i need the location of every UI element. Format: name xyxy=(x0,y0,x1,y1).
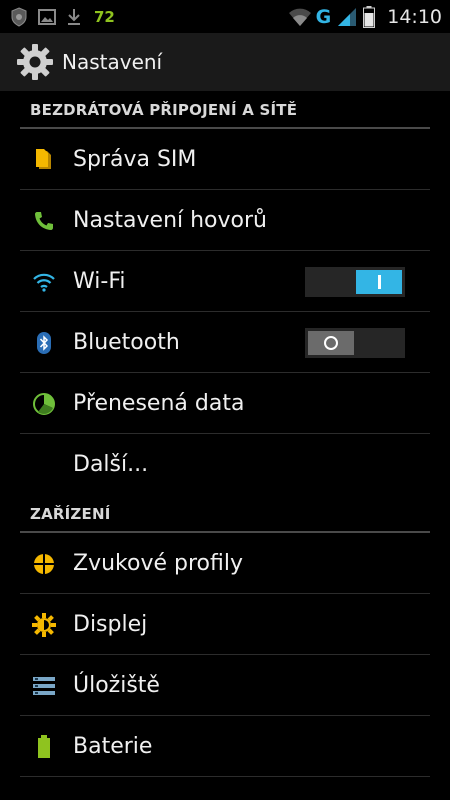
toggle-thumb xyxy=(308,330,354,355)
network-type-text: G xyxy=(315,5,332,28)
storage-icon xyxy=(30,672,58,700)
phone-icon xyxy=(30,207,58,235)
settings-item-wifi[interactable]: Wi-Fi xyxy=(0,251,450,312)
section-header-device: ZAŘÍZENÍ xyxy=(0,495,450,533)
wifi-signal-icon xyxy=(288,7,312,27)
wifi-icon xyxy=(30,268,58,296)
audio-profile-icon xyxy=(30,550,58,578)
brightness-icon xyxy=(30,611,58,639)
toggle-thumb xyxy=(356,269,402,294)
settings-item-bluetooth[interactable]: Bluetooth xyxy=(0,312,450,373)
settings-item-label: Baterie xyxy=(73,734,153,759)
wifi-toggle[interactable] xyxy=(305,266,405,297)
toggle-off-mark xyxy=(324,335,338,350)
shield-icon xyxy=(10,6,28,27)
settings-item-label: Nastavení hovorů xyxy=(73,208,267,233)
clock: 14:10 xyxy=(387,5,442,28)
section-header-label: BEZDRÁTOVÁ PŘIPOJENÍ A SÍTĚ xyxy=(30,101,298,119)
toggle-on-mark xyxy=(377,274,381,289)
settings-list: BEZDRÁTOVÁ PŘIPOJENÍ A SÍTĚ Správa SIM N… xyxy=(0,91,450,777)
battery-status-icon xyxy=(363,5,376,28)
settings-item-label: Bluetooth xyxy=(73,330,180,355)
settings-item-label: Další... xyxy=(73,452,149,477)
settings-item-label: Zvukové profily xyxy=(73,551,243,576)
settings-item-storage[interactable]: Úložiště xyxy=(0,655,450,716)
settings-item-data-usage[interactable]: Přenesená data xyxy=(0,373,450,434)
status-bar: 72 G 14:10 xyxy=(0,0,450,33)
section-header-label: ZAŘÍZENÍ xyxy=(30,505,111,523)
gear-icon[interactable] xyxy=(16,43,54,81)
settings-item-label: Přenesená data xyxy=(73,391,245,416)
bluetooth-toggle[interactable] xyxy=(305,327,405,358)
battery-level-text: 72 xyxy=(94,7,115,26)
settings-item-label: Úložiště xyxy=(73,673,160,698)
cell-signal-icon xyxy=(337,7,357,27)
battery-icon xyxy=(30,733,58,761)
data-usage-icon xyxy=(30,390,58,418)
settings-item-battery[interactable]: Baterie xyxy=(0,716,450,777)
settings-item-audio-profiles[interactable]: Zvukové profily xyxy=(0,533,450,594)
action-bar: Nastavení xyxy=(0,33,450,91)
settings-item-label: Displej xyxy=(73,612,148,637)
status-bar-left: 72 xyxy=(10,0,115,33)
settings-item-display[interactable]: Displej xyxy=(0,594,450,655)
bluetooth-icon xyxy=(30,329,58,357)
item-divider xyxy=(20,776,430,777)
download-icon xyxy=(66,8,82,26)
sim-card-icon xyxy=(30,146,58,174)
settings-item-more[interactable]: Další... xyxy=(0,434,450,495)
page-title: Nastavení xyxy=(62,50,163,74)
image-icon xyxy=(38,8,56,25)
settings-item-label: Správa SIM xyxy=(73,147,197,172)
settings-item-sim-management[interactable]: Správa SIM xyxy=(0,129,450,190)
settings-item-label: Wi-Fi xyxy=(73,269,126,294)
status-bar-right: G 14:10 xyxy=(288,0,442,33)
section-header-wireless: BEZDRÁTOVÁ PŘIPOJENÍ A SÍTĚ xyxy=(0,91,450,129)
settings-item-call-settings[interactable]: Nastavení hovorů xyxy=(0,190,450,251)
